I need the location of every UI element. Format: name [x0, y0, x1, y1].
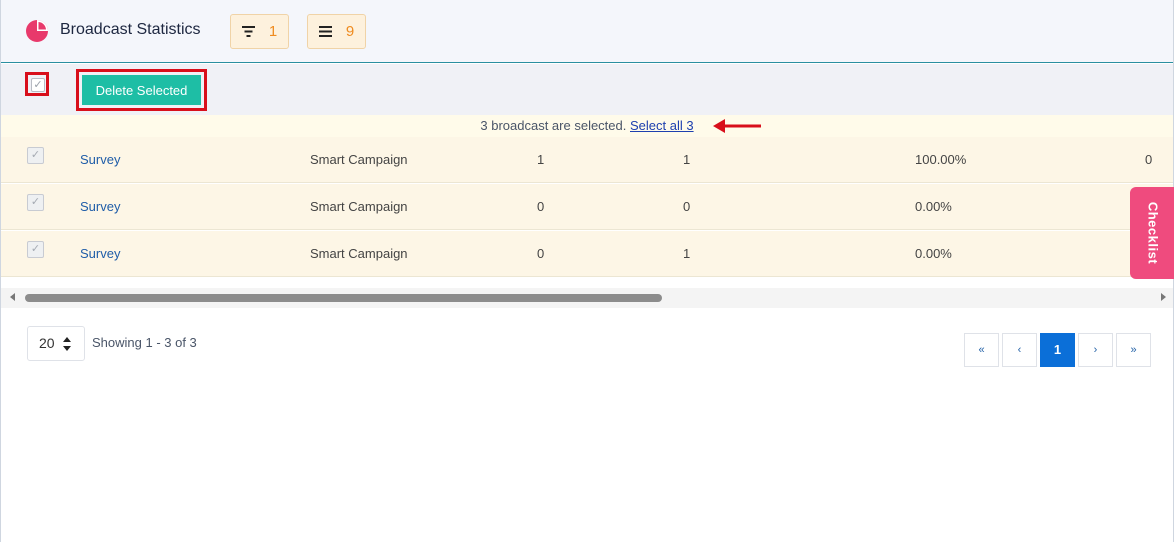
rate-cell: 0.00% — [915, 199, 952, 214]
page-title: Broadcast Statistics — [60, 21, 201, 38]
row-checkbox[interactable]: ✓ — [27, 194, 44, 211]
list-icon — [318, 26, 332, 37]
horizontal-scrollbar[interactable] — [1, 288, 1173, 308]
broadcast-type: Smart Campaign — [310, 152, 408, 167]
rate-cell: 0.00% — [915, 246, 952, 261]
table-row: ✓ Survey Smart Campaign 1 1 100.00% 0 — [1, 137, 1173, 183]
broadcast-type: Smart Campaign — [310, 246, 408, 261]
row-checkbox[interactable]: ✓ — [27, 147, 44, 164]
delete-selected-button[interactable]: Delete Selected — [82, 75, 201, 105]
highlight-box: Delete Selected — [76, 69, 207, 111]
broadcast-name-link[interactable]: Survey — [80, 137, 120, 183]
next-page-button[interactable]: › — [1078, 333, 1113, 367]
row-checkbox[interactable]: ✓ — [27, 241, 44, 258]
pie-chart-icon — [26, 20, 48, 42]
stat-cell: 0 — [683, 199, 691, 214]
app-frame: Broadcast Statistics 1 9 ✓ Delete Select… — [0, 0, 1174, 542]
per-page-value: 20 — [39, 335, 55, 351]
highlight-box: ✓ — [25, 72, 49, 96]
filter-button[interactable]: 1 — [230, 14, 289, 49]
select-all-checkbox[interactable]: ✓ — [31, 78, 45, 92]
stat-cell: 0 — [537, 199, 545, 214]
filter-icon — [241, 26, 255, 37]
broadcast-name-link[interactable]: Survey — [80, 231, 120, 277]
stat-cell: 0 — [537, 246, 545, 261]
page-header: Broadcast Statistics 1 9 — [1, 0, 1173, 63]
table-row: ✓ Survey Smart Campaign 0 1 0.00% — [1, 231, 1173, 277]
red-arrow-annotation — [713, 119, 761, 133]
checklist-tab[interactable]: Checklist — [1130, 187, 1174, 279]
per-page-select[interactable]: 20 — [27, 326, 85, 361]
stat-cell: 1 — [537, 152, 545, 167]
bulk-actions-toolbar: ✓ Delete Selected — [1, 64, 1173, 115]
table-row: ✓ Survey Smart Campaign 0 0 0.00% — [1, 184, 1173, 230]
last-page-button[interactable]: » — [1116, 333, 1151, 367]
prev-page-button[interactable]: ‹ — [1002, 333, 1037, 367]
showing-count: Showing 1 - 3 of 3 — [92, 335, 197, 350]
checklist-label: Checklist — [1145, 201, 1160, 265]
scroll-left-icon[interactable] — [10, 293, 15, 301]
scrollbar-thumb[interactable] — [25, 294, 662, 302]
current-page-button[interactable]: 1 — [1040, 333, 1075, 367]
broadcast-name-link[interactable]: Survey — [80, 184, 120, 230]
filter-count: 1 — [268, 23, 278, 40]
selection-notice: 3 broadcast are selected. Select all 3 — [1, 115, 1173, 137]
stat-cell: 1 — [683, 152, 691, 167]
broadcast-type: Smart Campaign — [310, 199, 408, 214]
stat-cell: 1 — [683, 246, 691, 261]
first-page-button[interactable]: « — [964, 333, 999, 367]
columns-button[interactable]: 9 — [307, 14, 366, 49]
selection-notice-text: 3 broadcast are selected. — [480, 118, 627, 133]
select-all-link[interactable]: Select all 3 — [630, 118, 694, 133]
scroll-right-icon[interactable] — [1161, 293, 1166, 301]
stat-cell: 0 — [1145, 152, 1153, 167]
columns-count: 9 — [345, 23, 355, 40]
rate-cell: 100.00% — [915, 152, 967, 167]
sort-updown-icon — [63, 337, 71, 351]
